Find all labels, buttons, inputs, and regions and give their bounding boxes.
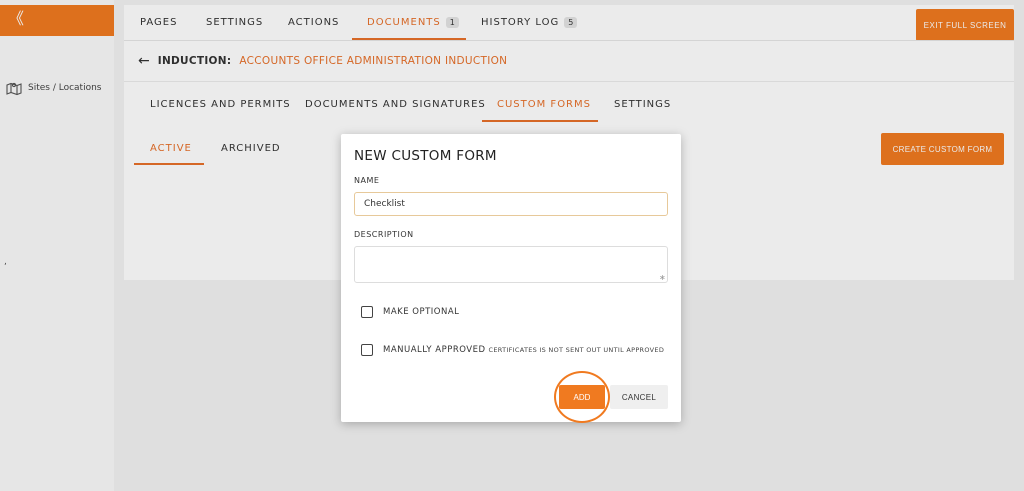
cancel-button[interactable]: CANCEL	[610, 385, 668, 409]
new-custom-form-modal: NEW CUSTOM FORM NAME DESCRIPTION ∗ MAKE …	[341, 134, 681, 423]
manually-approved-row[interactable]: MANUALLY APPROVED CERTIFICATES IS NOT SE…	[361, 344, 664, 356]
add-button[interactable]: ADD	[559, 385, 605, 409]
make-optional-checkbox[interactable]	[361, 306, 373, 318]
modal-title: NEW CUSTOM FORM	[354, 148, 497, 164]
make-optional-label: MAKE OPTIONAL	[383, 307, 460, 317]
manually-approved-note: CERTIFICATES IS NOT SENT OUT UNTIL APPRO…	[488, 346, 665, 354]
description-input[interactable]	[354, 246, 668, 283]
resize-grip-icon[interactable]: ∗	[659, 273, 666, 282]
make-optional-row[interactable]: MAKE OPTIONAL	[361, 306, 459, 318]
description-label: DESCRIPTION	[354, 230, 414, 239]
manually-approved-checkbox[interactable]	[361, 344, 373, 356]
manually-approved-label: MANUALLY APPROVED	[383, 345, 486, 355]
name-label: NAME	[354, 176, 380, 185]
name-input[interactable]	[354, 192, 668, 216]
